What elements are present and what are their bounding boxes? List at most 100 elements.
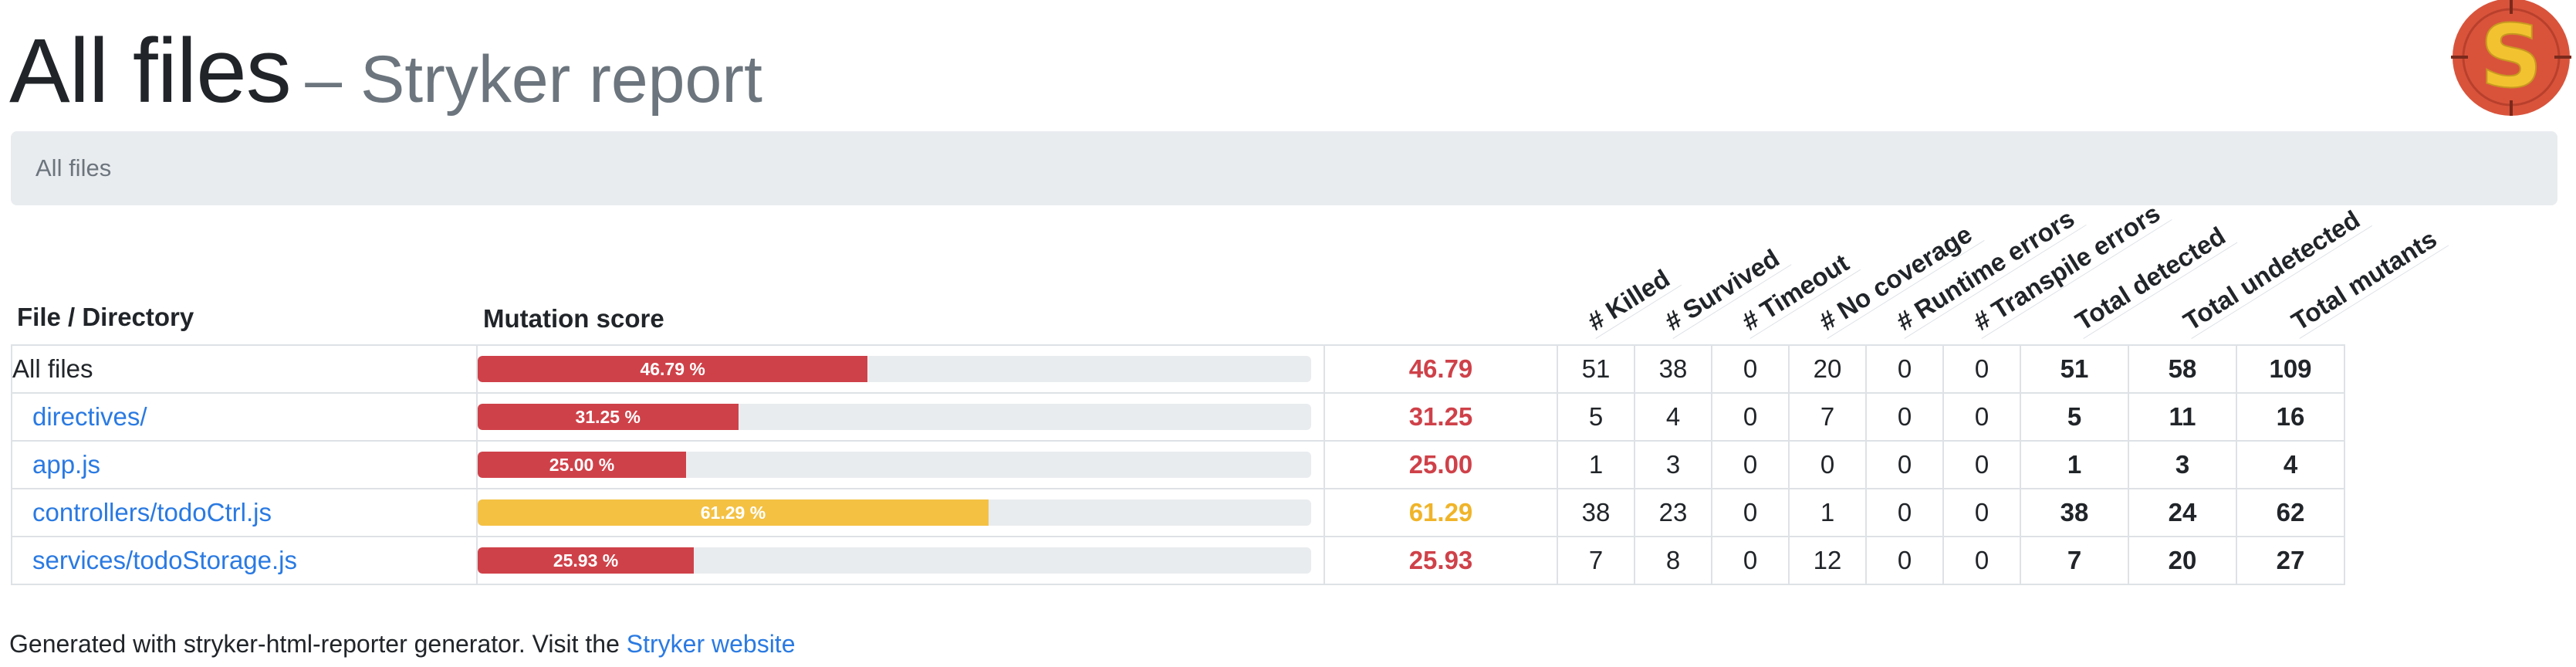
total-detected-cell: 38 [2020,488,2129,537]
timeout-cell: 0 [1711,440,1790,489]
file-link[interactable]: app.js [32,450,100,479]
stryker-logo-icon[interactable]: S [2446,0,2576,116]
score-bar-fill: 25.93 % [478,547,695,574]
header-total-detected: Total detected [2067,217,2238,339]
runtime-errors-cell: 0 [1865,344,1944,394]
mutation-score-header: Mutation score [483,304,664,333]
transpile-errors-cell: 0 [1942,488,2021,537]
survived-cell: 4 [1634,392,1712,442]
header-timeout: # Timeout [1734,244,1861,339]
score-bar-fill: 25.00 % [478,452,686,478]
total-mutants-cell: 109 [2236,344,2345,394]
score-bar-track: 46.79 % [478,356,1311,382]
table-row: services/todoStorage.js 25.93 % 25.93 7 … [11,536,2345,585]
mutation-score: 25.00 [1323,440,1558,489]
timeout-cell: 0 [1711,344,1790,394]
score-bar-cell: 25.93 % [476,536,1325,585]
runtime-errors-cell: 0 [1865,488,1944,537]
runtime-errors-cell: 0 [1865,440,1944,489]
killed-cell: 38 [1557,488,1635,537]
file-cell: app.js [11,440,478,489]
transpile-errors-cell: 0 [1942,344,2021,394]
total-mutants-cell: 16 [2236,392,2345,442]
score-bar-cell: 25.00 % [476,440,1325,489]
score-bar-fill: 46.79 % [478,356,868,382]
total-detected-cell: 7 [2020,536,2129,585]
page-title-subtitle: – Stryker report [305,42,762,117]
transpile-errors-cell: 0 [1942,392,2021,442]
killed-cell: 7 [1557,536,1635,585]
score-bar-fill: 31.25 % [478,404,739,430]
score-bar-fill: 61.29 % [478,499,989,526]
transpile-errors-cell: 0 [1942,536,2021,585]
stryker-website-link[interactable]: Stryker website [627,630,796,658]
mutation-score: 25.93 [1323,536,1558,585]
file-cell: services/todoStorage.js [11,536,478,585]
table-row: directives/ 31.25 % 31.25 5 4 0 7 0 0 5 … [11,392,2345,442]
survived-cell: 3 [1634,440,1712,489]
footer-text: Generated with stryker-html-reporter gen… [9,630,627,658]
survived-cell: 23 [1634,488,1712,537]
timeout-cell: 0 [1711,488,1790,537]
no-coverage-cell: 0 [1788,440,1867,489]
score-bar-track: 31.25 % [478,404,1311,430]
total-undetected-cell: 20 [2128,536,2237,585]
total-detected-cell: 5 [2020,392,2129,442]
score-bar-cell: 46.79 % [476,344,1325,394]
no-coverage-cell: 20 [1788,344,1867,394]
header-total-mutants: Total mutants [2284,220,2449,339]
killed-cell: 5 [1557,392,1635,442]
breadcrumb: All files [11,131,2557,205]
mutation-table: All files 46.79 % 46.79 51 38 0 20 0 0 5… [11,344,2345,585]
file-cell: controllers/todoCtrl.js [11,488,478,537]
header-total-undetected: Total undetected [2175,200,2372,339]
timeout-cell: 0 [1711,392,1790,442]
total-undetected-cell: 11 [2128,392,2237,442]
survived-cell: 8 [1634,536,1712,585]
file-cell: All files [11,344,478,394]
mutation-score: 46.79 [1323,344,1558,394]
total-mutants-cell: 27 [2236,536,2345,585]
no-coverage-cell: 12 [1788,536,1867,585]
total-detected-cell: 1 [2020,440,2129,489]
header-runtime-errors: # Runtime errors [1888,199,2087,339]
file-link[interactable]: directives/ [32,402,147,431]
breadcrumb-item: All files [35,154,112,181]
total-undetected-cell: 58 [2128,344,2237,394]
total-undetected-cell: 24 [2128,488,2237,537]
score-bar-cell: 31.25 % [476,392,1325,442]
no-coverage-cell: 7 [1788,392,1867,442]
score-bar-cell: 61.29 % [476,488,1325,537]
runtime-errors-cell: 0 [1865,536,1944,585]
timeout-cell: 0 [1711,536,1790,585]
header-transpile-errors: # Transpile errors [1966,194,2172,339]
file-link[interactable]: services/todoStorage.js [32,546,297,574]
table-row: controllers/todoCtrl.js 61.29 % 61.29 38… [11,488,2345,537]
file-link[interactable]: controllers/todoCtrl.js [32,498,272,526]
page-title: All files – Stryker report [9,19,762,124]
survived-cell: 38 [1634,344,1712,394]
file-cell: directives/ [11,392,478,442]
table-row: app.js 25.00 % 25.00 1 3 0 0 0 0 1 3 4 [11,440,2345,489]
mutation-score: 31.25 [1323,392,1558,442]
table-row: All files 46.79 % 46.79 51 38 0 20 0 0 5… [11,344,2345,394]
total-undetected-cell: 3 [2128,440,2237,489]
header-survived: # Survived [1657,239,1792,339]
file-directory-header: File / Directory [17,303,194,331]
killed-cell: 51 [1557,344,1635,394]
score-bar-track: 25.93 % [478,547,1311,574]
killed-cell: 1 [1557,440,1635,489]
total-mutants-cell: 62 [2236,488,2345,537]
file-name: All files [12,354,93,383]
total-detected-cell: 51 [2020,344,2129,394]
total-mutants-cell: 4 [2236,440,2345,489]
runtime-errors-cell: 0 [1865,392,1944,442]
logo-letter: S [2480,7,2543,107]
mutation-score: 61.29 [1323,488,1558,537]
page-title-main: All files [9,20,292,122]
header-killed: # Killed [1580,259,1682,339]
score-bar-track: 61.29 % [478,499,1311,526]
footer: Generated with stryker-html-reporter gen… [9,630,795,659]
no-coverage-cell: 1 [1788,488,1867,537]
score-bar-track: 25.00 % [478,452,1311,478]
